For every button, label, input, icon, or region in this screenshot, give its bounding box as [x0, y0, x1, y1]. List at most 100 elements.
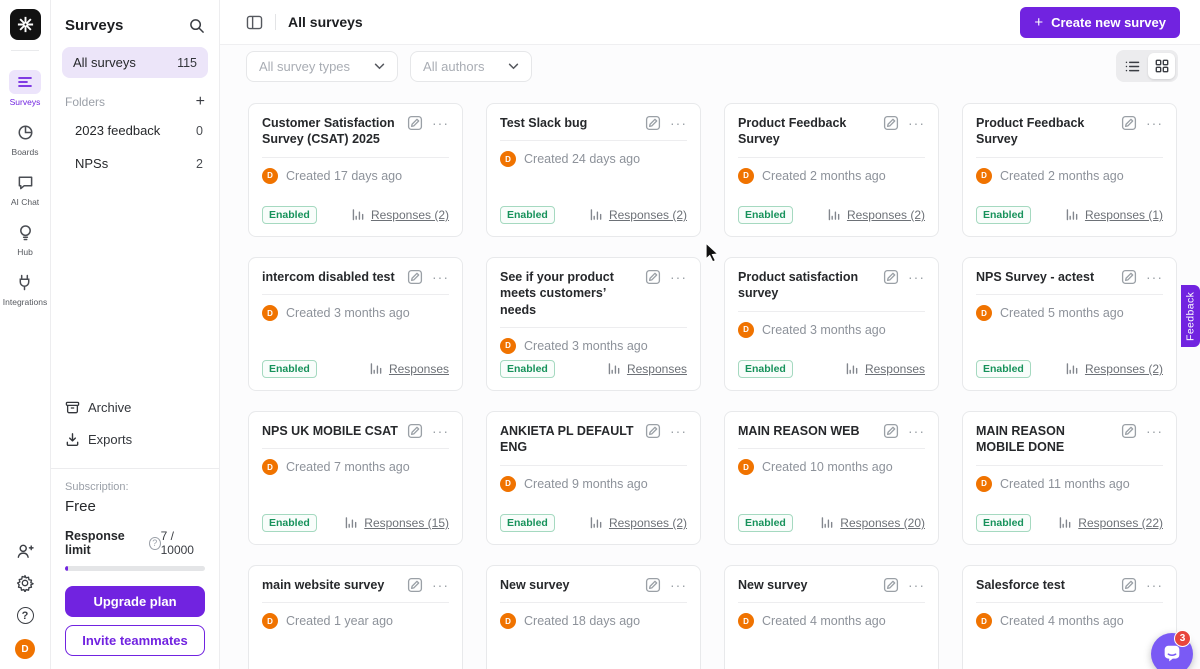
survey-card[interactable]: NPS Survey - actest ··· D Created [962, 257, 1177, 391]
icon-rail: Surveys Boards AI Chat Hub Integrations [0, 0, 50, 669]
more-options-icon[interactable]: ··· [1146, 272, 1163, 282]
survey-card[interactable]: ANKIETA PL DEFAULT ENG ··· D Creat [486, 411, 701, 545]
invite-user-icon[interactable] [16, 543, 34, 559]
responses-link[interactable]: Responses (2) [352, 208, 449, 222]
invite-teammates-button[interactable]: Invite teammates [65, 625, 205, 656]
more-options-icon[interactable]: ··· [432, 426, 449, 436]
edit-icon[interactable] [1121, 269, 1137, 285]
responses-link[interactable]: Responses (1) [1066, 208, 1163, 222]
edit-icon[interactable] [407, 423, 423, 439]
intercom-launcher[interactable]: 3 [1151, 633, 1193, 669]
rail-item-surveys[interactable]: Surveys [9, 70, 41, 107]
edit-icon[interactable] [407, 115, 423, 131]
search-icon[interactable] [189, 18, 205, 34]
sidebar-item-all-surveys[interactable]: All surveys 115 [62, 47, 208, 78]
card-divider [738, 311, 925, 312]
sidebar-item-archive[interactable]: Archive [51, 392, 219, 423]
authors-dropdown[interactable]: All authors [410, 51, 532, 82]
responses-link[interactable]: Responses (22) [1059, 516, 1163, 530]
survey-card[interactable]: Product satisfaction survey ··· D [724, 257, 939, 391]
edit-icon[interactable] [645, 577, 661, 593]
survey-card[interactable]: Product Feedback Survey ··· D Crea [962, 103, 1177, 237]
more-options-icon[interactable]: ··· [1146, 580, 1163, 590]
edit-icon[interactable] [407, 577, 423, 593]
feedback-tab[interactable]: Feedback [1181, 285, 1200, 347]
edit-icon[interactable] [1121, 577, 1137, 593]
created-row: D Created 10 months ago [738, 459, 925, 475]
more-options-icon[interactable]: ··· [432, 272, 449, 282]
upgrade-plan-button[interactable]: Upgrade plan [65, 586, 205, 617]
created-text: Created 4 months ago [1000, 614, 1124, 628]
edit-icon[interactable] [883, 423, 899, 439]
notification-badge: 3 [1174, 630, 1191, 647]
more-options-icon[interactable]: ··· [1146, 426, 1163, 436]
survey-card[interactable]: MAIN REASON MOBILE DONE ··· D Crea [962, 411, 1177, 545]
responses-link[interactable]: Responses [846, 362, 925, 376]
more-options-icon[interactable]: ··· [908, 580, 925, 590]
list-view-button[interactable] [1119, 53, 1146, 79]
survey-card[interactable]: MAIN REASON WEB ··· D Created 10 m [724, 411, 939, 545]
edit-icon[interactable] [645, 115, 661, 131]
survey-title: NPS UK MOBILE CSAT [262, 423, 407, 439]
more-options-icon[interactable]: ··· [1146, 118, 1163, 128]
rail-item-hub[interactable]: Hub [9, 220, 41, 257]
responses-link[interactable]: Responses (2) [1066, 362, 1163, 376]
survey-card[interactable]: New survey ··· D Created 18 days a [486, 565, 701, 669]
survey-card[interactable]: Customer Satisfaction Survey (CSAT) 2025… [248, 103, 463, 237]
responses-link[interactable]: Responses [608, 362, 687, 376]
rail-item-integrations[interactable]: Integrations [3, 270, 47, 307]
collapse-sidebar-icon[interactable] [246, 15, 263, 30]
responses-link[interactable]: Responses (2) [590, 208, 687, 222]
more-options-icon[interactable]: ··· [670, 580, 687, 590]
create-new-survey-button[interactable]: + Create new survey [1020, 7, 1180, 38]
grid-view-button[interactable] [1148, 53, 1175, 79]
edit-icon[interactable] [1121, 115, 1137, 131]
more-options-icon[interactable]: ··· [432, 118, 449, 128]
survey-card[interactable]: main website survey ··· D Created [248, 565, 463, 669]
edit-icon[interactable] [883, 115, 899, 131]
edit-icon[interactable] [407, 269, 423, 285]
survey-card[interactable]: Test Slack bug ··· D Created 24 da [486, 103, 701, 237]
user-avatar[interactable]: D [15, 639, 35, 659]
sidebar-folder-item[interactable]: NPSs 2 [51, 147, 219, 180]
gear-icon[interactable] [16, 574, 34, 592]
response-limit-help-icon[interactable]: ? [149, 537, 161, 550]
survey-card[interactable]: NPS UK MOBILE CSAT ··· D Created 7 [248, 411, 463, 545]
more-options-icon[interactable]: ··· [908, 426, 925, 436]
rail-item-ai-chat[interactable]: AI Chat [9, 170, 41, 207]
responses-link[interactable]: Responses (2) [828, 208, 925, 222]
rail-item-boards[interactable]: Boards [9, 120, 41, 157]
add-folder-button[interactable]: + [196, 94, 205, 110]
edit-icon[interactable] [883, 577, 899, 593]
more-options-icon[interactable]: ··· [432, 580, 449, 590]
edit-icon[interactable] [645, 423, 661, 439]
responses-label: Responses (1) [1085, 208, 1163, 222]
edit-icon[interactable] [645, 269, 661, 285]
survey-card[interactable]: See if your product meets customers’ nee… [486, 257, 701, 391]
more-options-icon[interactable]: ··· [670, 426, 687, 436]
edit-icon[interactable] [1121, 423, 1137, 439]
survey-card[interactable]: intercom disabled test ··· D Creat [248, 257, 463, 391]
more-options-icon[interactable]: ··· [670, 118, 687, 128]
more-options-icon[interactable]: ··· [670, 272, 687, 282]
survey-card[interactable]: Product Feedback Survey ··· D Crea [724, 103, 939, 237]
card-divider [976, 602, 1163, 603]
help-icon[interactable]: ? [17, 607, 34, 624]
responses-link[interactable]: Responses (2) [590, 516, 687, 530]
responses-link[interactable]: Responses [370, 362, 449, 376]
survey-types-dropdown[interactable]: All survey types [246, 51, 398, 82]
brand-logo[interactable] [10, 9, 41, 40]
card-header: ANKIETA PL DEFAULT ENG ··· [500, 423, 687, 456]
folders-header: Folders + [51, 78, 219, 114]
sidebar-folder-item[interactable]: 2023 feedback 0 [51, 114, 219, 147]
chevron-down-icon [508, 63, 519, 70]
sidebar-item-exports[interactable]: Exports [51, 424, 219, 455]
more-options-icon[interactable]: ··· [908, 118, 925, 128]
more-options-icon[interactable]: ··· [908, 272, 925, 282]
survey-card[interactable]: New survey ··· D Created 4 months [724, 565, 939, 669]
responses-link[interactable]: Responses (20) [821, 516, 925, 530]
edit-icon[interactable] [883, 269, 899, 285]
responses-link[interactable]: Responses (15) [345, 516, 449, 530]
survey-card[interactable]: Salesforce test ··· D Created 4 mo [962, 565, 1177, 669]
created-row: D Created 2 months ago [738, 168, 925, 184]
